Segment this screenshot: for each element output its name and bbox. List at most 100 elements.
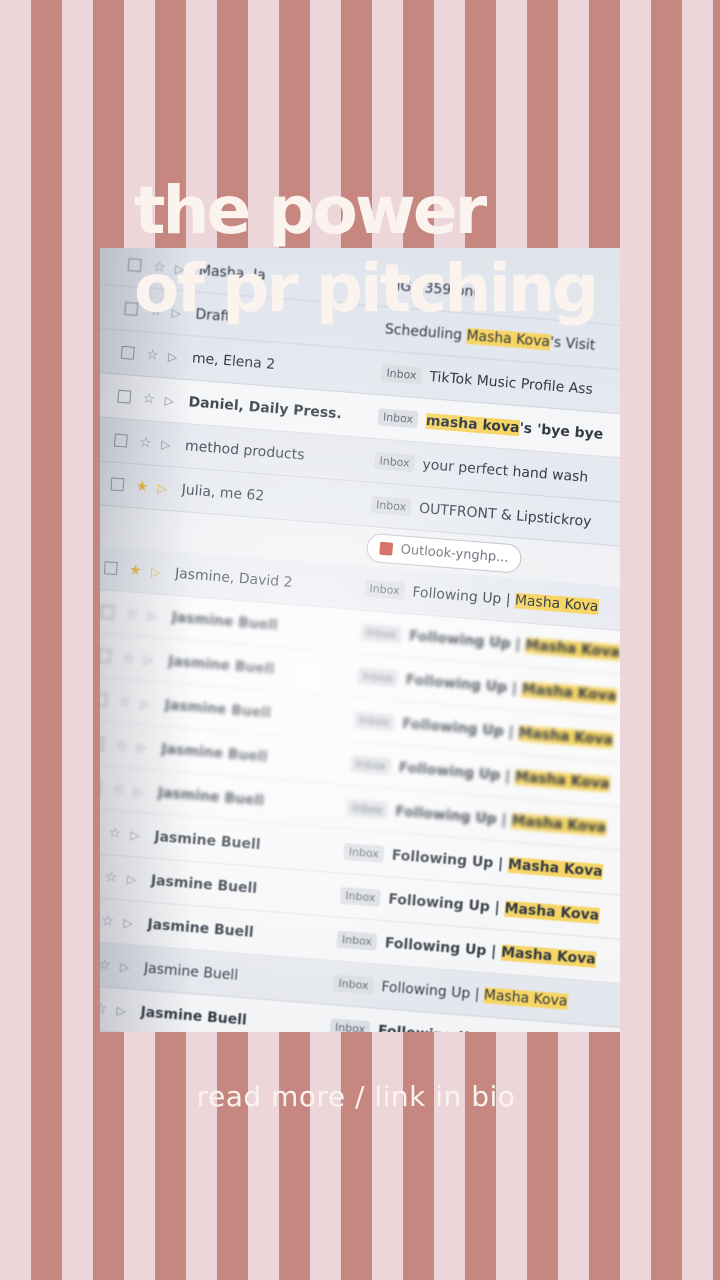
star-icon[interactable]: ☆ — [139, 434, 154, 451]
importance-marker-icon[interactable]: ▷ — [130, 828, 145, 843]
email-subject: OUTFRONT & Lipstickroy — [418, 500, 592, 530]
email-subject: Following Up | Masha Kova — [384, 934, 597, 968]
importance-marker-icon[interactable]: ▷ — [161, 437, 176, 452]
sender-name: Jasmine Buell — [157, 784, 265, 809]
importance-marker-icon[interactable]: ▷ — [116, 1003, 131, 1018]
sender-name: Jasmine Buell — [167, 652, 275, 678]
row-checkbox[interactable] — [113, 433, 128, 448]
row-checkbox[interactable] — [100, 736, 104, 751]
search-highlight: Masha Kova — [483, 986, 569, 1010]
star-icon[interactable]: ☆ — [100, 956, 113, 973]
email-subject: Following Up | Masha Kova — [387, 890, 600, 924]
row-checkbox[interactable] — [100, 648, 111, 663]
star-icon[interactable]: ☆ — [115, 737, 130, 754]
row-checkbox[interactable] — [120, 345, 135, 360]
headline-line-2: of pr pitching — [134, 250, 599, 327]
sender-name: Jasmine Buell — [171, 609, 279, 634]
star-icon[interactable]: ☆ — [111, 781, 126, 798]
email-subject: Following Up | Masha Kova — [391, 847, 604, 880]
search-highlight: Masha Kova — [517, 724, 614, 749]
search-highlight: Masha Kova — [465, 327, 551, 350]
sender-name: me, Elena 2 — [191, 349, 276, 373]
email-subject: Following Up | Masha Kova — [411, 583, 600, 615]
star-icon[interactable]: ★ — [129, 562, 144, 579]
star-icon[interactable]: ☆ — [104, 869, 119, 886]
sender-name: Jasmine Buell — [160, 740, 269, 765]
search-highlight: Masha Kova — [524, 636, 620, 661]
importance-marker-icon[interactable]: ▷ — [123, 915, 138, 930]
email-subject: masha kova's 'bye bye — [425, 412, 604, 443]
search-highlight: Masha Kova — [521, 680, 618, 705]
inbox-label: Inbox — [343, 842, 385, 863]
row-checkbox[interactable] — [103, 561, 118, 576]
star-icon[interactable]: ☆ — [125, 605, 140, 622]
sender-name: Jasmine Buell — [150, 872, 258, 897]
search-highlight: Masha Kova — [510, 812, 607, 836]
search-highlight: Masha Kova — [500, 943, 597, 968]
sender-name: Jasmine Buell — [143, 960, 239, 984]
row-checkbox[interactable] — [100, 605, 115, 619]
inbox-label: Inbox — [360, 623, 402, 644]
inbox-label: Inbox — [380, 364, 423, 385]
inbox-label: Inbox — [373, 452, 416, 473]
star-icon[interactable]: ☆ — [146, 346, 161, 363]
inbox-label: Inbox — [353, 711, 395, 732]
email-subject: Following Up | Masha Kova — [380, 978, 569, 1010]
email-subject: Following Up | Masha Kova — [401, 715, 614, 749]
sender-name: Daniel, Daily Press. — [187, 393, 343, 422]
row-checkbox[interactable] — [100, 780, 101, 795]
importance-marker-icon[interactable]: ▷ — [133, 784, 148, 799]
inbox-label: Inbox — [329, 1018, 371, 1032]
sender-name: Julia, me 62 — [181, 481, 265, 504]
inbox-label: Inbox — [336, 930, 378, 951]
row-checkbox[interactable] — [100, 692, 108, 707]
importance-marker-icon[interactable]: ▷ — [164, 393, 179, 408]
email-subject: Following Up | Masha Kova — [408, 627, 620, 661]
star-icon[interactable]: ☆ — [101, 913, 116, 930]
importance-marker-icon[interactable]: ▷ — [137, 740, 152, 755]
email-subject: Following Up | Masha Kova — [394, 803, 607, 836]
inbox-label: Inbox — [350, 755, 392, 776]
search-highlight: Masha Kova — [514, 591, 600, 615]
star-icon[interactable]: ☆ — [122, 649, 137, 666]
star-icon[interactable]: ☆ — [142, 390, 157, 407]
sender-name: Jasmine Buell — [164, 696, 272, 722]
star-icon[interactable]: ☆ — [108, 825, 123, 842]
headline-line-1: the power — [134, 172, 487, 249]
star-icon[interactable]: ☆ — [118, 693, 133, 710]
importance-marker-icon[interactable]: ▷ — [144, 652, 159, 667]
importance-marker-icon[interactable]: ▷ — [157, 481, 172, 496]
importance-marker-icon[interactable]: ▷ — [140, 696, 155, 711]
attachment-chip[interactable]: Outlook-ynghp... — [365, 532, 523, 574]
importance-marker-icon[interactable]: ▷ — [168, 349, 183, 364]
importance-marker-icon[interactable]: ▷ — [147, 608, 162, 623]
search-highlight: Masha Kova — [507, 856, 604, 880]
sender-name: Jasmine Buell — [153, 828, 262, 853]
sender-name: Jasmine Buell — [139, 1003, 248, 1029]
sender-name: method products — [184, 437, 306, 463]
inbox-label: Inbox — [339, 886, 382, 907]
importance-marker-icon[interactable]: ▷ — [126, 871, 141, 886]
star-icon[interactable]: ★ — [135, 478, 150, 495]
search-highlight: Masha Kova — [514, 768, 611, 792]
star-icon[interactable]: ☆ — [100, 1000, 109, 1017]
row-checkbox[interactable] — [110, 477, 125, 492]
search-highlight: Masha Kova — [504, 900, 600, 924]
inbox-label: Inbox — [377, 408, 419, 429]
inbox-label: Inbox — [332, 974, 375, 995]
email-subject: TikTok Music Profile Ass — [428, 368, 594, 398]
importance-marker-icon[interactable]: ▷ — [120, 959, 135, 974]
email-subject: Following Up | Masha Kova — [398, 759, 611, 792]
read-more-text: read more / link in bio — [196, 1080, 516, 1113]
importance-marker-icon[interactable]: ▷ — [151, 564, 166, 579]
image-file-icon — [379, 541, 394, 556]
inbox-photo: ☆ ▷ Masha, Ja MG 8359.png ☆ ▷ Draft Scheduling … — [100, 248, 620, 1032]
inbox-label: Inbox — [370, 495, 412, 516]
email-subject: Following Up | Masha Kova — [377, 1023, 590, 1032]
row-checkbox[interactable] — [117, 389, 132, 404]
email-list: ☆ ▷ Masha, Ja MG 8359.png ☆ ▷ Draft Scheduling … — [100, 248, 620, 1032]
email-subject: Following Up | Masha Kova — [404, 671, 618, 705]
sender-name: Jasmine Buell — [146, 916, 255, 941]
sender-name: Jasmine, David 2 — [174, 565, 294, 591]
inbox-label: Inbox — [363, 579, 406, 600]
